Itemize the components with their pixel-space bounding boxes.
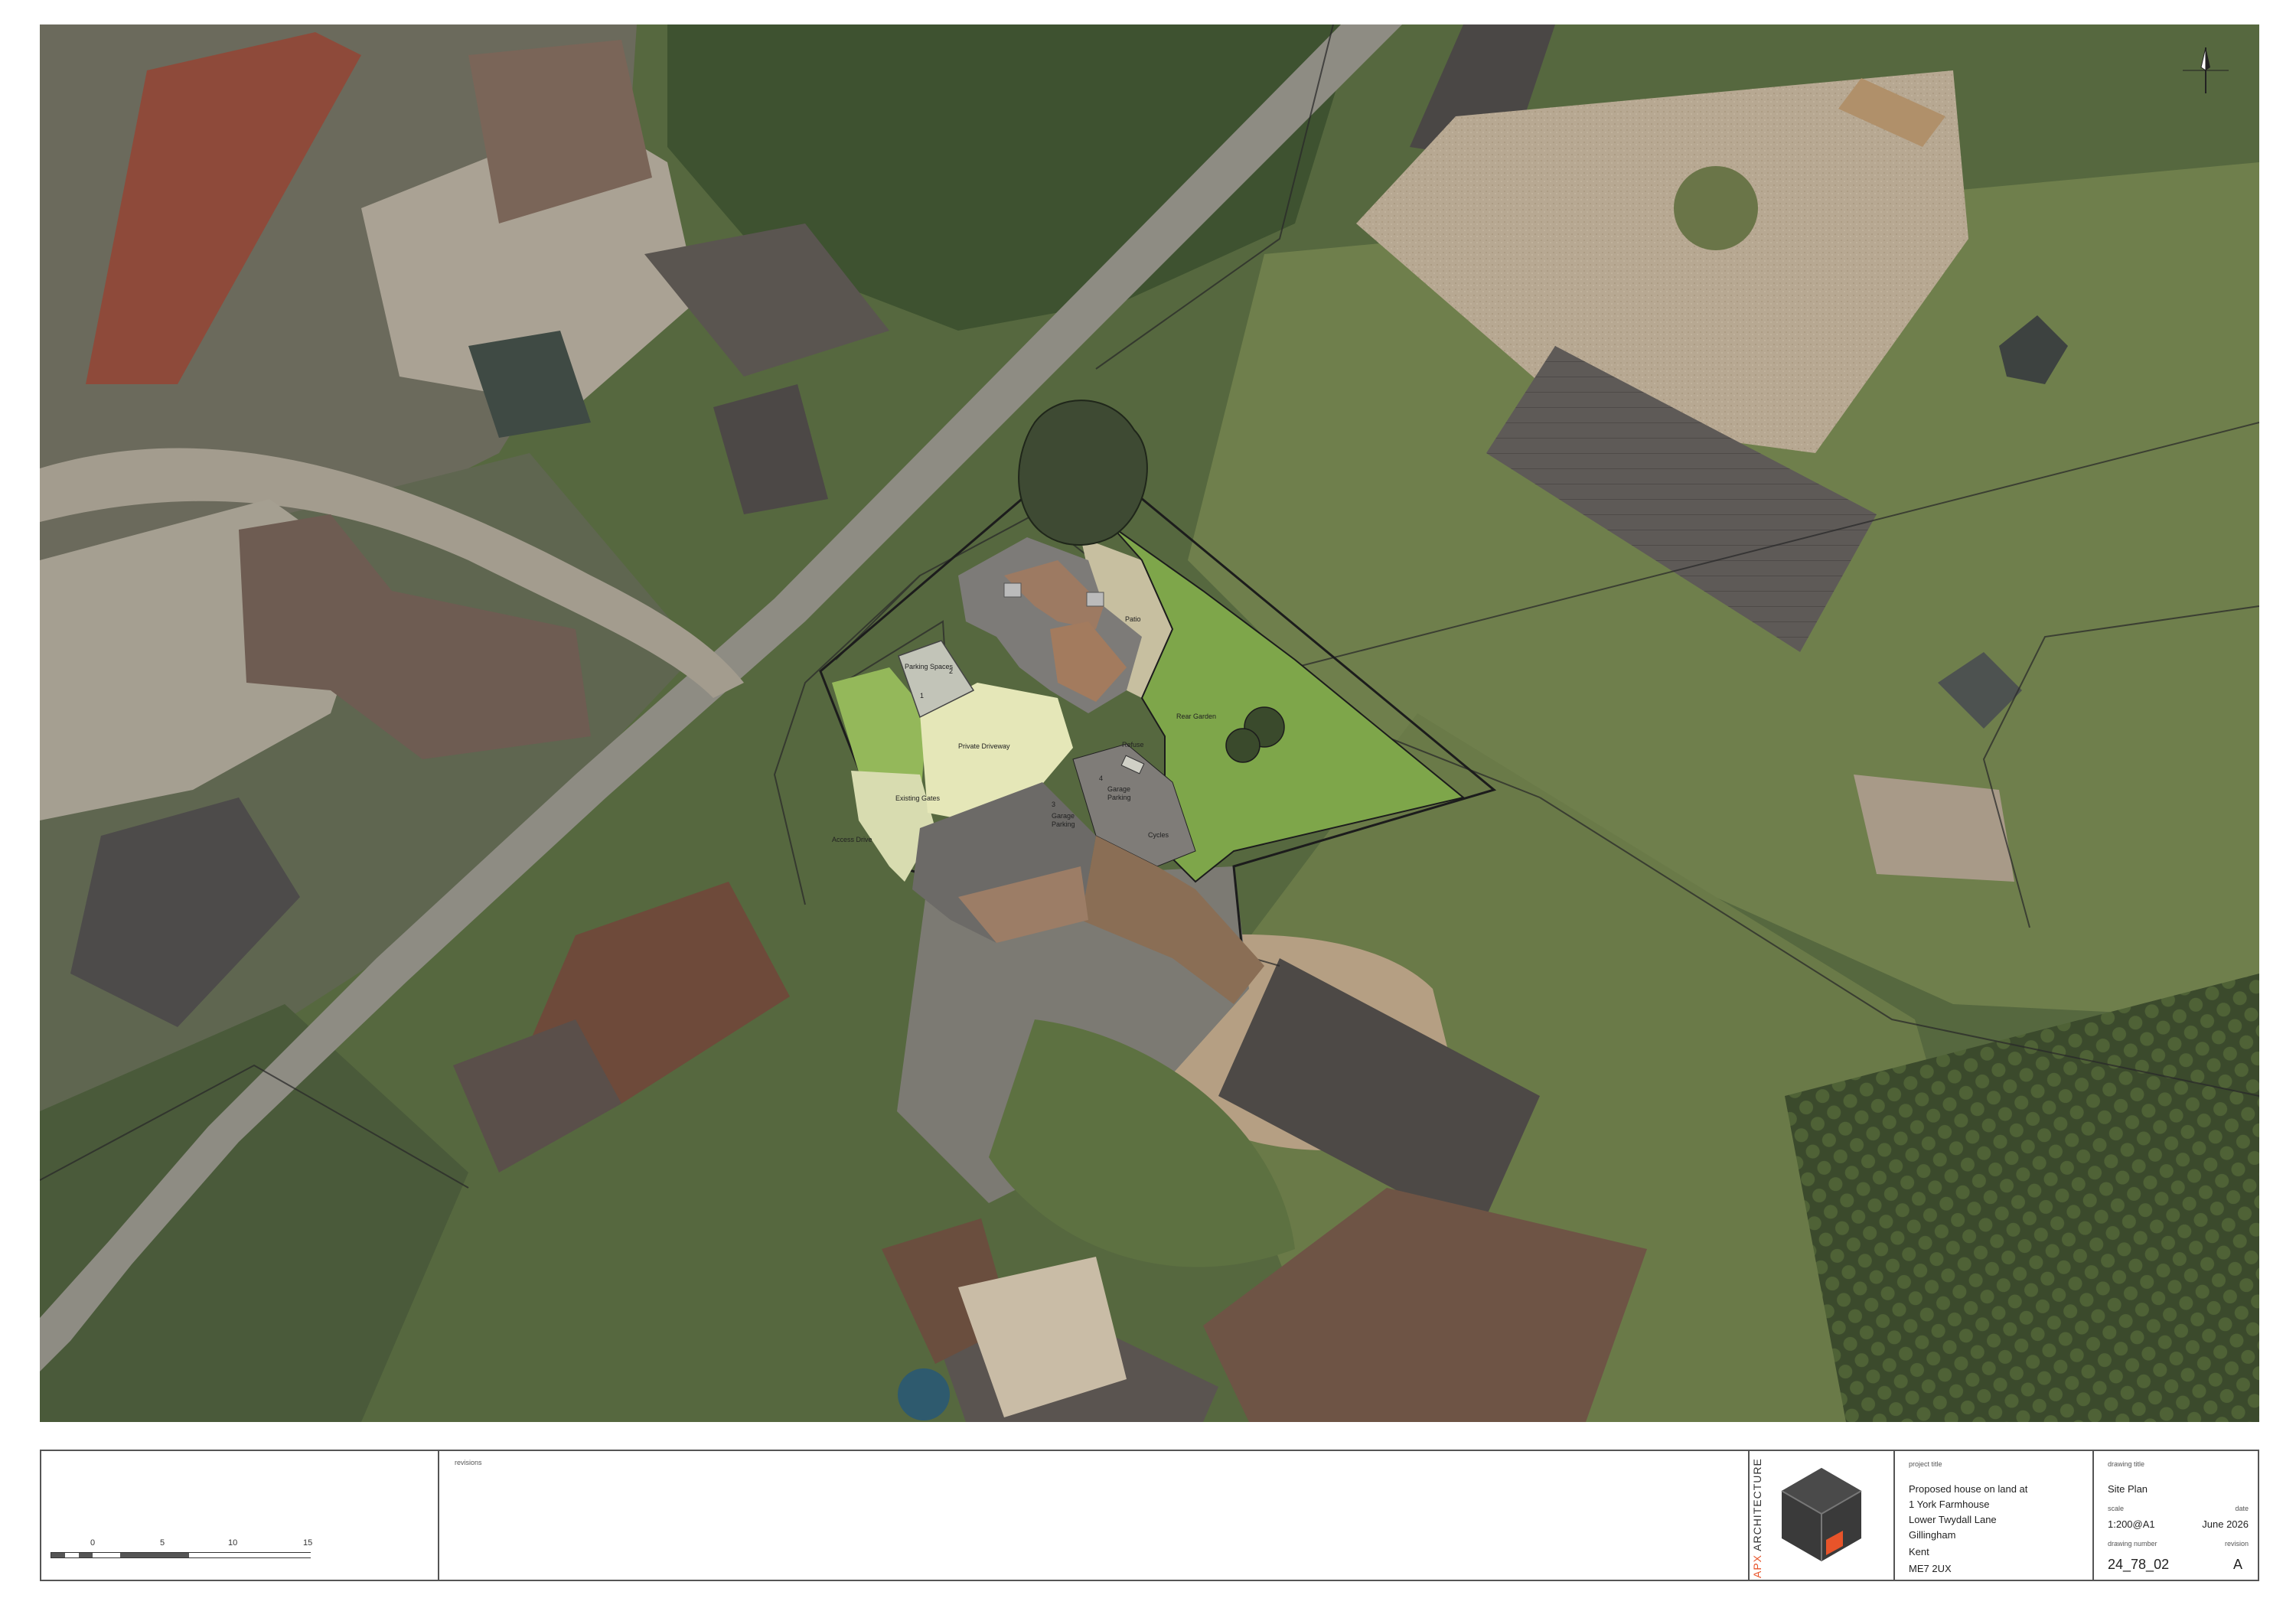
scale-bar: 0 5 10 15: [51, 1535, 341, 1566]
label-rear-garden: Rear Garden: [1176, 713, 1216, 720]
revisions-panel: revisions: [438, 1451, 1740, 1580]
scale-label: scale: [2108, 1505, 2125, 1512]
drawing-title-label: drawing title: [2108, 1460, 2145, 1468]
project-line-4: Gillingham: [1909, 1529, 1956, 1541]
roundabout-planting: [1674, 166, 1758, 250]
label-garage-parking-a-2: Parking: [1107, 794, 1131, 801]
rooflight-1: [1003, 582, 1022, 598]
project-title-label: project title: [1909, 1460, 1942, 1468]
label-space-2: 2: [949, 667, 953, 675]
project-line-1: Proposed house on land at: [1909, 1483, 2028, 1495]
mature-tree: [1018, 400, 1148, 546]
label-garage-parking-a-1: Garage: [1107, 785, 1130, 793]
brand-panel: APX ARCHITECTURE: [1748, 1451, 1895, 1580]
drawing-date: June 2026: [2202, 1518, 2249, 1530]
label-garage-parking-b-2: Parking: [1052, 820, 1075, 828]
label-existing-gates: Existing Gates: [895, 794, 941, 802]
label-space-1: 1: [920, 692, 924, 700]
brand-name-architecture: ARCHITECTURE: [1751, 1458, 1763, 1554]
rooflight-2: [1086, 592, 1104, 607]
label-parking-spaces: Parking Spaces: [905, 663, 954, 670]
label-access-drive: Access Drive: [832, 836, 872, 843]
pond: [898, 1368, 950, 1420]
project-title-panel: project title Proposed house on land at …: [1893, 1451, 2094, 1580]
label-refuse: Refuse: [1122, 741, 1144, 749]
label-garage-space-3: 3: [1052, 801, 1055, 808]
drawing-info-panel: drawing title Site Plan scale date 1:200…: [2092, 1451, 2261, 1580]
project-line-5: Kent: [1909, 1546, 1929, 1557]
scale-tick-10: 10: [228, 1538, 238, 1548]
brand-wordmark: APX ARCHITECTURE: [1751, 1458, 1763, 1578]
garden-tree-2: [1225, 728, 1261, 763]
label-cycles: Cycles: [1148, 831, 1169, 839]
revisions-label: revisions: [455, 1459, 482, 1466]
label-private-driveway: Private Driveway: [958, 742, 1010, 750]
scale-tick-15: 15: [303, 1538, 313, 1548]
project-line-6: ME7 2UX: [1909, 1563, 1952, 1574]
drawing-scale: 1:200@A1: [2108, 1518, 2155, 1530]
label-garage-space-4: 4: [1099, 775, 1103, 782]
scale-tick-5: 5: [160, 1538, 165, 1548]
project-line-3: Lower Twydall Lane: [1909, 1514, 1997, 1525]
title-block: 0 5 10 15 revisions APX ARCHITECTURE pro…: [40, 1450, 2259, 1581]
drawing-title: Site Plan: [2108, 1483, 2148, 1495]
revision-label: revision: [2224, 1540, 2249, 1548]
aerial-site-plan: Parking Spaces 2 1 Private Driveway Exis…: [40, 24, 2259, 1422]
label-garage-parking-b-1: Garage: [1052, 812, 1075, 820]
drawing-number-label: drawing number: [2108, 1540, 2157, 1548]
patio-area-east: [1854, 775, 2014, 882]
scale-tick-0: 0: [90, 1538, 96, 1548]
apx-logo-icon: [1781, 1468, 1862, 1561]
drawing-revision: A: [2232, 1557, 2242, 1572]
label-patio: Patio: [1125, 615, 1141, 623]
brand-name-apx: APX: [1751, 1554, 1763, 1578]
date-label: date: [2235, 1505, 2249, 1512]
project-line-2: 1 York Farmhouse: [1909, 1499, 1990, 1510]
drawing-number: 24_78_02: [2108, 1557, 2170, 1572]
